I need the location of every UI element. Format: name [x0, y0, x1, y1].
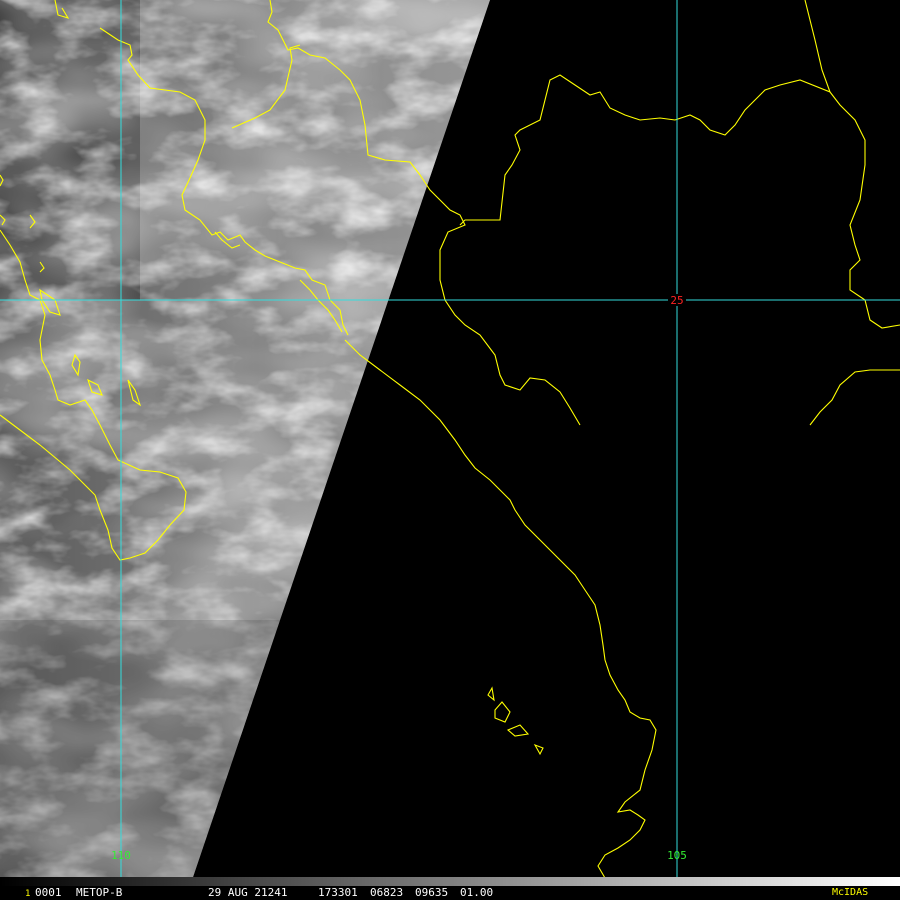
satellite-name: METOP-B — [76, 886, 123, 899]
frame-marker: 1 — [25, 889, 31, 899]
image-date: 29 AUG 21241 — [208, 886, 288, 899]
lon-label-110: 110 — [111, 849, 131, 862]
status-bar: 1 0001 METOP-B 29 AUG 21241 173301 06823… — [0, 886, 900, 900]
field-a: 06823 — [370, 886, 404, 899]
product-id: 0001 — [35, 886, 62, 899]
field-c: 01.00 — [460, 886, 494, 899]
lat-label-25: 25 — [670, 294, 683, 307]
grayscale-bar — [0, 877, 900, 886]
image-time: 173301 — [318, 886, 358, 899]
field-b: 09635 — [415, 886, 449, 899]
software-label: McIDAS — [832, 887, 869, 898]
satellite-image-viewer[interactable]: 25 110 105 1 0001 METOP-B 29 AUG 21241 1… — [0, 0, 900, 900]
lon-label-105: 105 — [667, 849, 687, 862]
satellite-map[interactable]: 25 110 105 — [0, 0, 900, 886]
